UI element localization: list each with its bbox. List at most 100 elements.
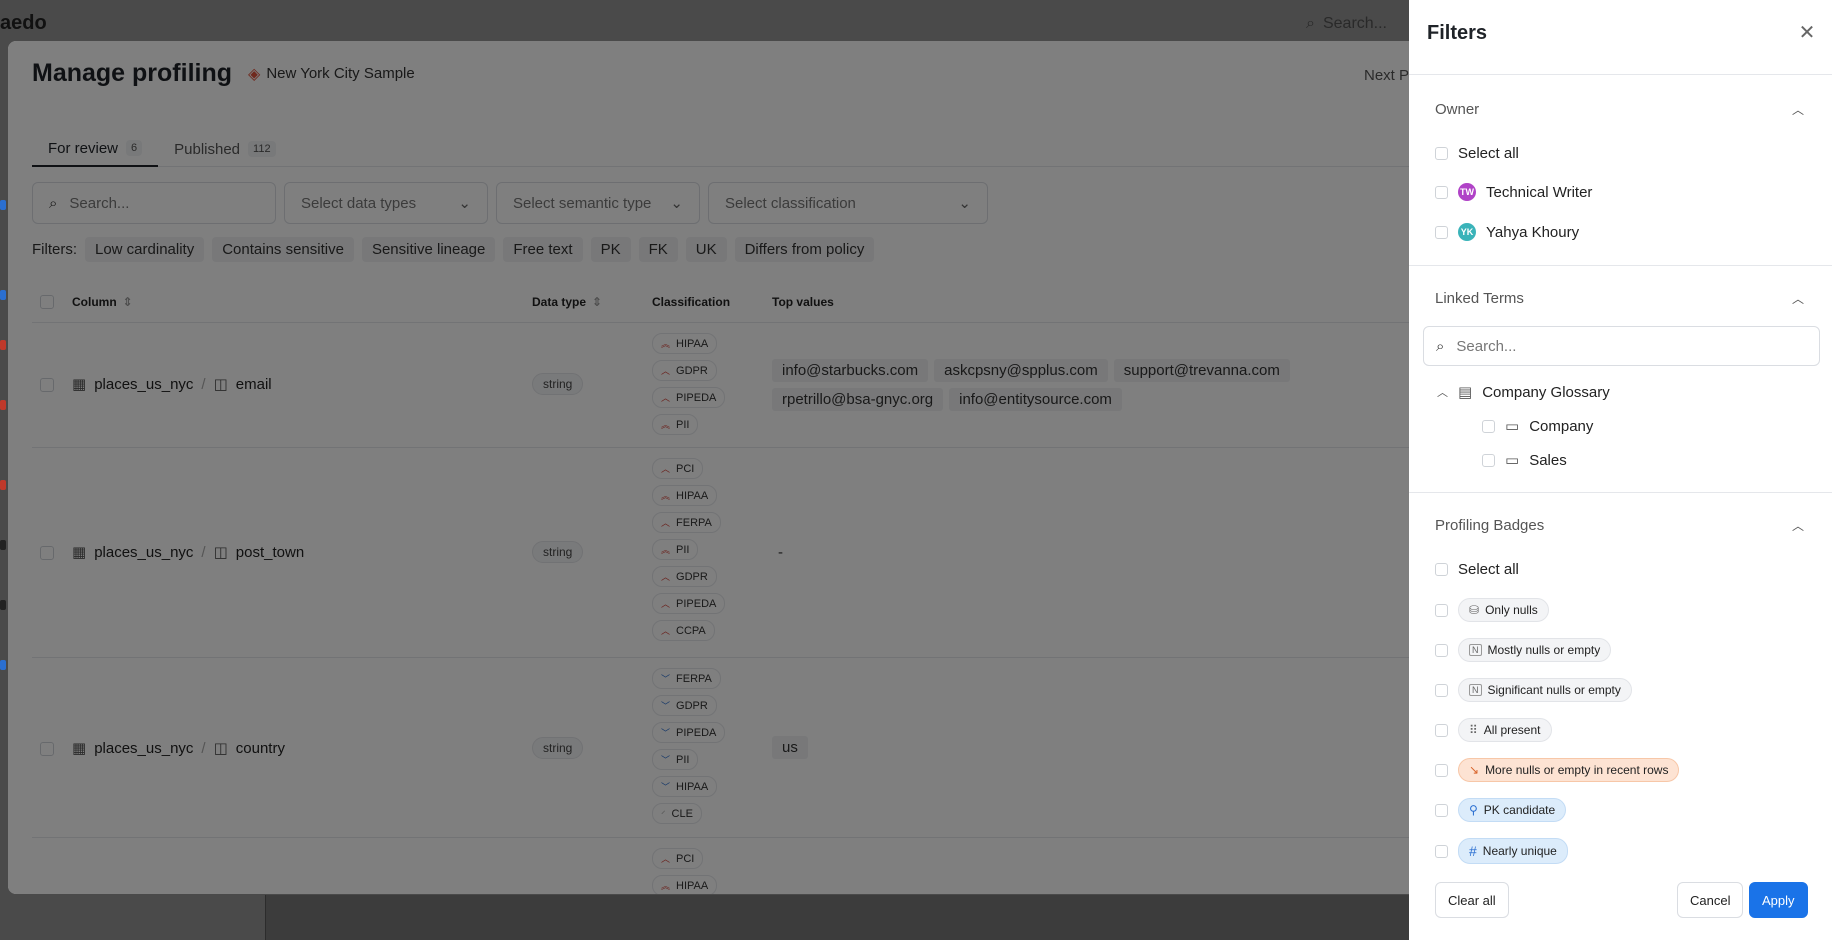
column-icon: ◫	[213, 740, 228, 757]
app-logo: aedo	[0, 12, 47, 34]
profiling-option-only-nulls[interactable]: ⛁ Only nulls	[1435, 598, 1549, 622]
chevron-up-icon[interactable]: ︿	[1792, 517, 1804, 534]
table-row[interactable]: ▦ places_us_nyc / ◫ country string ﹀ FERP…	[32, 658, 1428, 838]
nav-icon	[0, 400, 6, 410]
background-content	[265, 895, 1415, 940]
data-type-header[interactable]: Data type ⇕	[532, 295, 602, 309]
chip-differs-from-policy[interactable]: Differs from policy	[734, 237, 875, 262]
profiling-option-more-nulls-recent[interactable]: ↘ More nulls or empty in recent rows	[1435, 758, 1680, 782]
linked-terms-search-input[interactable]: ⌕ Search...	[1423, 326, 1820, 366]
owner-select-all[interactable]: Select all	[1435, 145, 1519, 162]
clear-all-button[interactable]: Clear all	[1435, 882, 1509, 918]
checkbox[interactable]	[1435, 225, 1448, 239]
neutral-level-icon: ⸍	[661, 809, 666, 819]
tab-published[interactable]: Published 112	[158, 131, 291, 167]
badge-label: PCI	[676, 852, 695, 865]
chip-free-text[interactable]: Free text	[503, 237, 583, 262]
profiling-option-pk-candidate[interactable]: ⚲ PK candidate	[1435, 798, 1567, 822]
high-level-icon: ︽	[661, 491, 671, 501]
badge-label: GDPR	[676, 364, 708, 377]
badge-label: Nearly unique	[1482, 844, 1557, 858]
data-type-badge: string	[532, 737, 584, 759]
search-icon: ⌕	[1306, 15, 1315, 32]
badge-label: More nulls or empty in recent rows	[1485, 763, 1669, 777]
option-label: Technical Writer	[1486, 183, 1593, 201]
hash-icon: #	[1469, 843, 1477, 859]
badge-label: PII	[676, 543, 690, 556]
medium-level-icon: ︿	[661, 393, 671, 403]
profiling-option-all-present[interactable]: ⠿ All present	[1435, 718, 1552, 742]
checkbox[interactable]	[1435, 683, 1448, 697]
chevron-up-icon[interactable]: ︿	[1437, 384, 1448, 400]
profiling-select-all[interactable]: Select all	[1435, 561, 1519, 578]
sort-icon: ⇕	[592, 294, 603, 309]
checkbox[interactable]	[1435, 643, 1448, 657]
table-row[interactable]: ▦ places_us_nyc / ◫ email string ︽ HIPAA …	[32, 323, 1428, 448]
select-all-rows-checkbox[interactable]	[40, 294, 54, 309]
chevron-up-icon[interactable]: ︿	[1792, 101, 1804, 118]
search-icon: ⌕	[49, 194, 58, 212]
badge-label: PCI	[676, 462, 695, 475]
column-name: email	[235, 375, 272, 393]
datasource-label: ◈ New York City Sample	[248, 64, 415, 84]
checkbox[interactable]	[1435, 763, 1448, 777]
term-label: Company	[1529, 417, 1594, 435]
chip-sensitive-lineage[interactable]: Sensitive lineage	[361, 237, 496, 262]
chip-contains-sensitive[interactable]: Contains sensitive	[212, 237, 354, 262]
classification-badges: ︽ HIPAA ︿ GDPR ︿ PIPEDA ︽ PII	[652, 333, 726, 435]
column-icon: ◫	[213, 544, 228, 561]
top-values-empty: -	[778, 544, 783, 561]
row-checkbox[interactable]	[40, 546, 54, 560]
badge-label: HIPAA	[676, 337, 709, 350]
checkbox[interactable]	[1435, 185, 1448, 199]
table-row[interactable]: ▦ places_us_nyc / ◫ post_town string ︿ PC…	[32, 448, 1428, 658]
owner-option-technical-writer[interactable]: TW Technical Writer	[1435, 183, 1592, 201]
chevron-up-icon[interactable]: ︿	[1792, 290, 1804, 307]
close-icon[interactable]: ✕	[1797, 22, 1817, 44]
chevron-down-icon: ⌄	[670, 195, 683, 212]
checkbox[interactable]	[1435, 147, 1448, 160]
next-button[interactable]: Next P	[1364, 67, 1409, 84]
chip-uk[interactable]: UK	[685, 237, 727, 262]
classification-badge: ︿ PCI	[652, 458, 704, 479]
classification-badge: ︿ GDPR	[652, 360, 717, 381]
checkbox[interactable]	[1435, 723, 1448, 737]
checkbox[interactable]	[1435, 603, 1448, 617]
chevron-down-icon: ⌄	[958, 195, 971, 212]
data-type-header-label: Data type	[532, 294, 587, 309]
high-level-icon: ︽	[661, 545, 671, 555]
profiling-badge: ⛁ Only nulls	[1458, 598, 1549, 622]
tab-for-review[interactable]: For review 6	[32, 131, 159, 167]
profiling-option-significant-nulls[interactable]: N Significant nulls or empty	[1435, 678, 1632, 702]
badge-label: GDPR	[676, 699, 708, 712]
checkbox[interactable]	[1482, 453, 1495, 467]
medium-level-icon: ︿	[661, 518, 671, 528]
term-option-company[interactable]: ▭ Company	[1482, 417, 1593, 435]
owner-option-yahya-khoury[interactable]: YK Yahya Khoury	[1435, 223, 1579, 241]
apply-button[interactable]: Apply	[1749, 882, 1808, 918]
row-checkbox[interactable]	[40, 378, 54, 392]
checkbox[interactable]	[1482, 419, 1495, 433]
data-types-select[interactable]: Select data types ⌄	[284, 182, 488, 224]
row-checkbox[interactable]	[40, 742, 54, 756]
classification-badge: ︽ PII	[652, 414, 699, 435]
semantic-type-select[interactable]: Select semantic type ⌄	[496, 182, 700, 224]
chip-pk[interactable]: PK	[590, 237, 631, 262]
table-icon: ▦	[72, 376, 87, 393]
profiling-badge: # Nearly unique	[1458, 838, 1568, 864]
term-option-sales[interactable]: ▭ Sales	[1482, 451, 1567, 469]
cancel-button[interactable]: Cancel	[1677, 882, 1744, 918]
checkbox[interactable]	[1435, 803, 1448, 817]
glossary-node[interactable]: ︿ ▤ Company Glossary	[1437, 383, 1610, 402]
table-row[interactable]: ︿ PCI ︽ HIPAA	[32, 838, 1428, 894]
profiling-option-mostly-nulls[interactable]: N Mostly nulls or empty	[1435, 638, 1612, 662]
checkbox[interactable]	[1435, 563, 1448, 576]
term-icon: ▭	[1505, 452, 1520, 469]
classification-select[interactable]: Select classification ⌄	[708, 182, 988, 224]
chip-low-cardinality[interactable]: Low cardinality	[85, 237, 205, 262]
column-search-input[interactable]: ⌕ Search...	[32, 182, 276, 224]
profiling-option-nearly-unique[interactable]: # Nearly unique	[1435, 838, 1568, 864]
column-header[interactable]: Column ⇕	[72, 295, 133, 309]
chip-fk[interactable]: FK	[638, 237, 678, 262]
checkbox[interactable]	[1435, 844, 1448, 858]
